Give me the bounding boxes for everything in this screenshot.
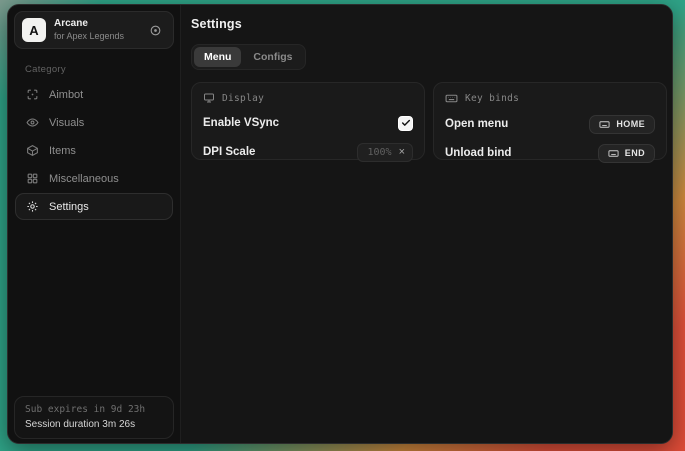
settings-cards-row: Display Enable VSync DPI Scale: [191, 82, 667, 160]
open-menu-key: HOME: [616, 119, 645, 129]
dpi-scale-label: DPI Scale: [203, 146, 255, 158]
grid-icon: [26, 172, 39, 185]
tab-bar: Menu Configs: [191, 44, 306, 70]
display-card: Display Enable VSync DPI Scale: [191, 82, 425, 160]
check-icon: [401, 118, 411, 128]
open-menu-label: Open menu: [445, 118, 508, 130]
monitor-icon: [203, 92, 215, 104]
keyboard-icon: [599, 119, 610, 130]
app-logo-letter: A: [29, 23, 38, 38]
sidebar-item-label: Items: [49, 145, 76, 157]
sidebar-item-aimbot[interactable]: Aimbot: [15, 81, 173, 108]
sidebar: A Arcane for Apex Legends Category: [8, 5, 181, 443]
open-menu-keybind-button[interactable]: HOME: [589, 115, 655, 134]
x-icon: ×: [399, 146, 405, 158]
dpi-scale-row: DPI Scale 100% ×: [203, 142, 413, 162]
app-window: A Arcane for Apex Legends Category: [7, 4, 673, 444]
dpi-clear-button[interactable]: ×: [399, 147, 405, 158]
dpi-scale-value: 100%: [367, 147, 391, 158]
sidebar-item-label: Miscellaneous: [49, 173, 119, 185]
target-icon: [149, 24, 162, 37]
logo-action-button[interactable]: [147, 22, 164, 39]
keyboard-icon: [445, 92, 458, 105]
app-name: Arcane: [54, 18, 139, 31]
sidebar-item-visuals[interactable]: Visuals: [15, 109, 173, 136]
gear-icon: [26, 200, 39, 213]
tab-configs[interactable]: Configs: [243, 47, 302, 67]
unload-keybind-button[interactable]: END: [598, 144, 655, 163]
sidebar-item-items[interactable]: Items: [15, 137, 173, 164]
unload-bind-label: Unload bind: [445, 147, 511, 159]
session-status-card: Sub expires in 9d 23h Session duration 3…: [14, 396, 174, 439]
vsync-label: Enable VSync: [203, 117, 279, 129]
app-identity: Arcane for Apex Legends: [54, 18, 139, 42]
session-duration-text: Session duration 3m 26s: [25, 419, 163, 430]
vsync-row: Enable VSync: [203, 113, 413, 133]
keybinds-card: Key binds Open menu HOME Unload bin: [433, 82, 667, 160]
display-card-header: Display: [203, 92, 413, 104]
eye-icon: [26, 116, 39, 129]
sidebar-item-miscellaneous[interactable]: Miscellaneous: [15, 165, 173, 192]
display-card-title: Display: [222, 93, 264, 104]
open-menu-row: Open menu HOME: [445, 114, 655, 134]
sidebar-item-label: Aimbot: [49, 89, 83, 101]
sidebar-item-settings[interactable]: Settings: [15, 193, 173, 220]
dpi-scale-input[interactable]: 100% ×: [357, 143, 413, 162]
tab-menu[interactable]: Menu: [194, 47, 241, 67]
unload-bind-key: END: [625, 148, 645, 158]
logo-card: A Arcane for Apex Legends: [14, 11, 174, 49]
sub-expiry-text: Sub expires in 9d 23h: [25, 404, 163, 415]
vsync-checkbox[interactable]: [398, 116, 413, 131]
app-logo: A: [22, 18, 46, 42]
sidebar-item-label: Settings: [49, 201, 89, 213]
category-label: Category: [25, 64, 174, 75]
unload-bind-row: Unload bind END: [445, 143, 655, 163]
main-content: Settings Menu Configs Display Enable VSy…: [181, 5, 673, 443]
sidebar-item-label: Visuals: [49, 117, 84, 129]
app-subtitle: for Apex Legends: [54, 31, 139, 42]
sidebar-nav: Aimbot Visuals Items: [14, 81, 174, 221]
crosshair-icon: [26, 88, 39, 101]
keybinds-card-title: Key binds: [465, 93, 519, 104]
keyboard-icon: [608, 148, 619, 159]
keybinds-card-header: Key binds: [445, 92, 655, 105]
package-icon: [26, 144, 39, 157]
page-title: Settings: [191, 17, 667, 31]
